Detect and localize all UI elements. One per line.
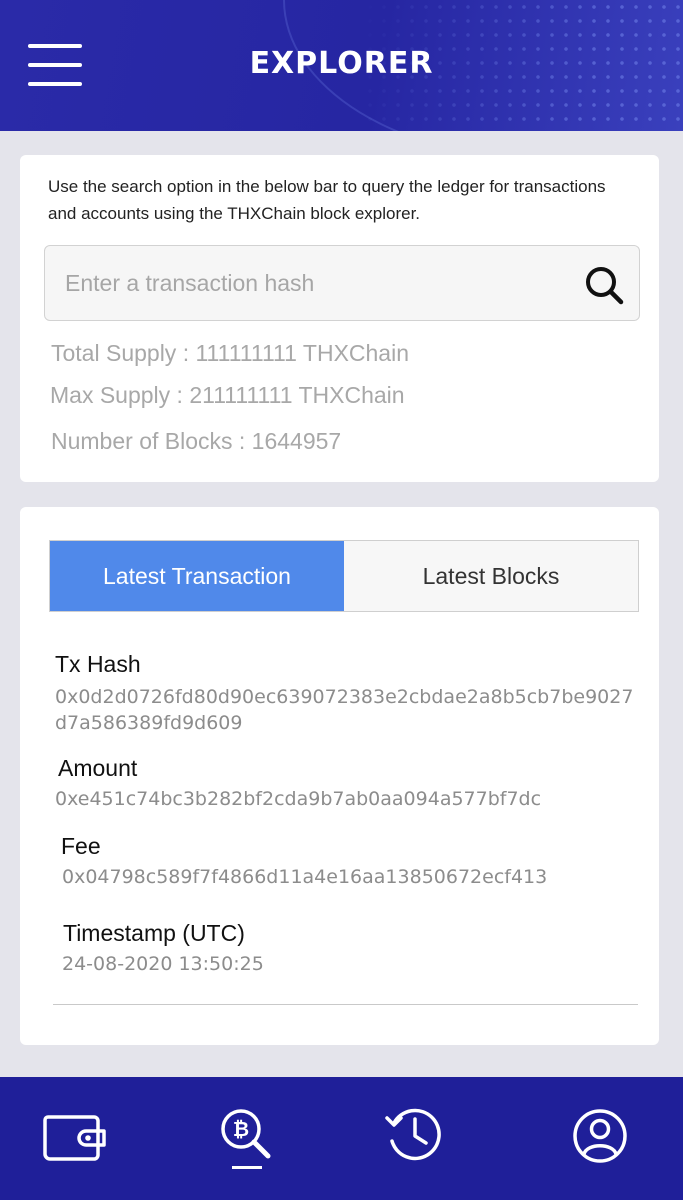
amount-value: 0xe451c74bc3b282bf2cda9b7ab0aa094a577bf7… bbox=[55, 788, 542, 810]
search-input[interactable] bbox=[65, 260, 565, 306]
tx-hash-value: 0x0d2d0726fd80d90ec639072383e2cbdae2a8b5… bbox=[55, 686, 634, 734]
app-header: EXPLORER bbox=[0, 0, 683, 131]
page-title: EXPLORER bbox=[249, 46, 434, 81]
timestamp-label: Timestamp (UTC) bbox=[63, 920, 245, 946]
history-icon[interactable] bbox=[380, 1101, 450, 1171]
number-of-blocks: Number of Blocks : 1644957 bbox=[51, 428, 342, 454]
active-nav-indicator bbox=[232, 1166, 262, 1169]
amount-label: Amount bbox=[58, 755, 138, 781]
intro-text: Use the search option in the below bar t… bbox=[48, 177, 606, 223]
fee-label: Fee bbox=[61, 833, 101, 859]
search-bar bbox=[44, 245, 640, 321]
max-supply: Max Supply : 211111111 THXChain bbox=[50, 382, 405, 408]
bitcoin-search-icon[interactable]: ₿ bbox=[212, 1101, 282, 1171]
total-supply: Total Supply : 111111111 THXChain bbox=[51, 340, 410, 366]
bottom-nav: ₿ bbox=[0, 1077, 683, 1200]
profile-icon[interactable] bbox=[565, 1101, 635, 1171]
tab-latest-transaction[interactable]: Latest Transaction bbox=[50, 541, 344, 611]
tab-latest-blocks[interactable]: Latest Blocks bbox=[344, 541, 638, 611]
divider bbox=[53, 1004, 638, 1005]
wallet-icon[interactable] bbox=[38, 1101, 108, 1171]
tx-hash-label: Tx Hash bbox=[55, 651, 141, 677]
tab-bar: Latest Transaction Latest Blocks bbox=[49, 540, 639, 612]
svg-text:₿: ₿ bbox=[233, 1117, 249, 1141]
explorer-search-card: Use the search option in the below bar t… bbox=[20, 155, 659, 482]
timestamp-value: 24-08-2020 13:50:25 bbox=[62, 953, 264, 975]
fee-value: 0x04798c589f7f4866d11a4e16aa13850672ecf4… bbox=[62, 866, 548, 888]
latest-card: Latest Transaction Latest Blocks Tx Hash… bbox=[20, 507, 659, 1045]
search-icon[interactable] bbox=[583, 264, 625, 306]
